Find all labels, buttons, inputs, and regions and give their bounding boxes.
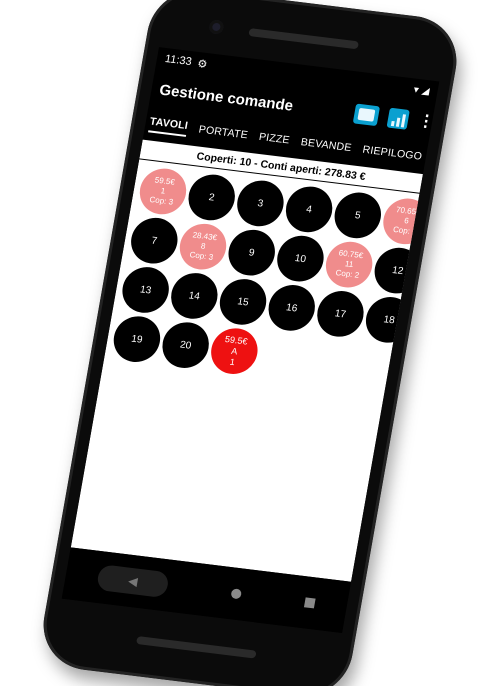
back-button[interactable]: ◀ bbox=[95, 564, 170, 599]
table-number: 20 bbox=[179, 339, 193, 352]
table-button[interactable]: 2 bbox=[184, 171, 239, 223]
table-button[interactable]: 19 bbox=[110, 313, 164, 365]
table-number: 6 bbox=[403, 216, 410, 226]
wifi-icon: ▾ bbox=[412, 84, 420, 96]
table-number: 3 bbox=[256, 197, 265, 210]
table-button[interactable]: 15 bbox=[216, 276, 270, 328]
table-number: 8 bbox=[200, 241, 207, 251]
table-number: 16 bbox=[285, 301, 299, 314]
table-number: 5 bbox=[354, 209, 362, 222]
product-mockup: 11:33 ⚙ ▾ ◢ Gestione comande ⋮ TAVOLI PO… bbox=[0, 0, 499, 686]
table-number: 13 bbox=[139, 283, 153, 297]
chart-icon[interactable] bbox=[386, 107, 410, 130]
table-button[interactable]: 17 bbox=[313, 288, 368, 340]
table-button[interactable]: 13 bbox=[118, 264, 173, 316]
table-info: Cop: 3 bbox=[188, 250, 214, 262]
tab-bevande[interactable]: BEVANDE bbox=[300, 136, 353, 154]
table-number: 1 bbox=[160, 186, 167, 196]
table-button[interactable]: 4 bbox=[282, 183, 336, 235]
home-button[interactable] bbox=[230, 588, 243, 600]
table-info: Cop: 2 bbox=[334, 268, 360, 280]
table-button[interactable]: 3 bbox=[233, 177, 288, 229]
table-button[interactable]: 9 bbox=[224, 227, 279, 279]
table-info: 1 bbox=[229, 356, 236, 367]
more-vert-icon[interactable]: ⋮ bbox=[417, 112, 436, 131]
table-button[interactable]: 14 bbox=[167, 270, 222, 322]
table-number: 14 bbox=[187, 289, 201, 303]
tab-riepilogo[interactable]: RIEPILOGO bbox=[362, 144, 423, 163]
phone-screen: 11:33 ⚙ ▾ ◢ Gestione comande ⋮ TAVOLI PO… bbox=[61, 47, 440, 633]
table-number: 4 bbox=[305, 203, 313, 216]
signal-icon: ◢ bbox=[420, 85, 431, 97]
table-number: 9 bbox=[247, 246, 256, 259]
table-button[interactable]: 28.43€ 8 Cop: 3 bbox=[176, 221, 230, 273]
tab-tavoli[interactable]: TAVOLI bbox=[148, 115, 189, 137]
table-number: 7 bbox=[150, 234, 159, 247]
recents-button[interactable] bbox=[303, 597, 316, 609]
table-info: Cop: 3 bbox=[148, 194, 174, 207]
table-button[interactable]: 5 bbox=[330, 189, 385, 241]
table-button[interactable]: 60.75€ 11 Cop: 2 bbox=[322, 239, 376, 291]
phone-device: 11:33 ⚙ ▾ ◢ Gestione comande ⋮ TAVOLI PO… bbox=[36, 0, 464, 686]
table-button[interactable]: 10 bbox=[273, 233, 328, 285]
table-button[interactable]: 59.5€ A 1 bbox=[207, 325, 262, 377]
table-number: 18 bbox=[382, 313, 396, 326]
tab-portate[interactable]: PORTATE bbox=[198, 124, 249, 142]
table-number: 10 bbox=[293, 252, 307, 265]
table-button[interactable]: 59.5€ 1 Cop: 3 bbox=[136, 166, 190, 217]
table-button[interactable]: 20 bbox=[158, 319, 213, 371]
table-number: 19 bbox=[130, 333, 144, 346]
tables-grid: 59.5€ 1 Cop: 3 2 3 4 5 70.65€ 6 Cop: 2 7 28.43€ 8 Cop… bbox=[108, 159, 434, 377]
status-time: 11:33 bbox=[164, 52, 193, 69]
table-button[interactable]: 7 bbox=[127, 215, 182, 267]
app-title: Gestione comande bbox=[158, 81, 295, 115]
gear-icon: ⚙ bbox=[196, 57, 209, 71]
table-number: 15 bbox=[236, 295, 250, 308]
table-number: A bbox=[230, 345, 239, 356]
table-button[interactable]: 16 bbox=[264, 282, 319, 334]
table-number: 17 bbox=[333, 307, 347, 320]
cash-register-icon[interactable] bbox=[352, 103, 381, 127]
tab-pizze[interactable]: PIZZE bbox=[258, 131, 291, 147]
table-number: 2 bbox=[207, 191, 216, 204]
table-number: 12 bbox=[391, 264, 405, 277]
